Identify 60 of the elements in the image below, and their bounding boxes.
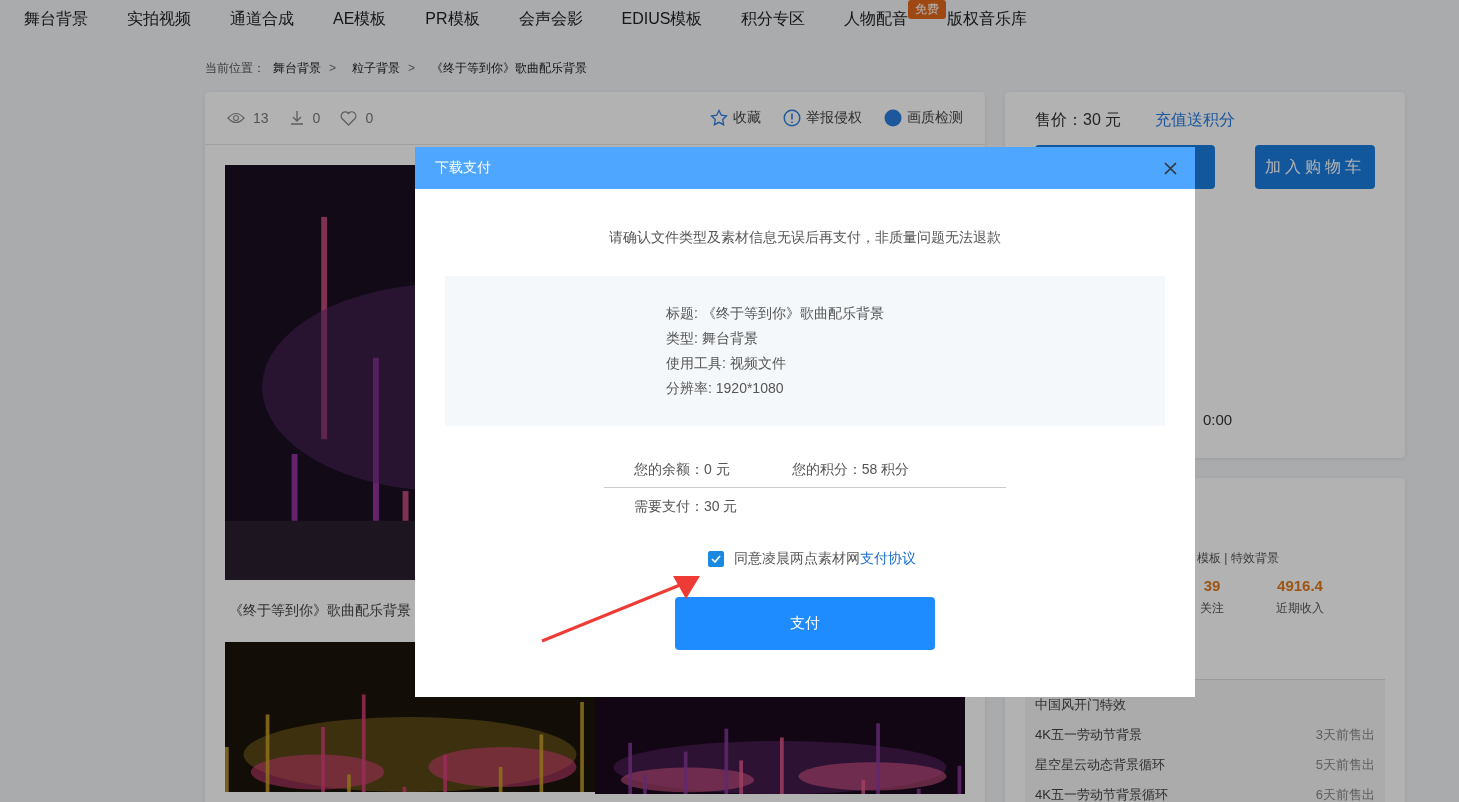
dialog-title: 下载支付: [435, 159, 491, 177]
breadcrumb-link[interactable]: 粒子背景: [352, 59, 400, 77]
stat-count: 0: [312, 110, 321, 126]
heart-icon: [340, 110, 358, 126]
nav-link[interactable]: 舞台背景: [24, 9, 88, 27]
nav-link[interactable]: 会声会影: [518, 9, 583, 27]
eye-icon: [227, 112, 245, 124]
nav-link[interactable]: EDIUS模板: [621, 9, 703, 27]
quality-icon: [884, 109, 902, 127]
action-link[interactable]: 画质检测: [884, 109, 963, 127]
notice-text: 请确认文件类型及素材信息无误后再支付，非质量问题无法退款: [609, 229, 1001, 247]
breadcrumb-separator: >: [408, 61, 416, 75]
action-link[interactable]: 举报侵权: [783, 109, 862, 127]
info-line: 使用工具: 视频文件: [666, 354, 787, 373]
info-line: 标题: 《终于等到你》歌曲配乐背景: [666, 304, 885, 323]
amount-due-text: 需要支付：30 元: [633, 497, 739, 516]
author-tags: 模板 | 特效背景: [1197, 550, 1385, 567]
nav-link[interactable]: PR模板: [425, 9, 480, 27]
nav-link[interactable]: 实拍视频: [127, 9, 191, 27]
sale-title[interactable]: 4K五一劳动节背景循环: [1035, 786, 1168, 802]
free-badge: 免费: [908, 0, 947, 19]
stat-value: 4916.4: [1277, 577, 1323, 594]
download-icon: [288, 110, 305, 126]
points-text: 您的积分：58 积分: [791, 461, 910, 479]
info-line: 分辨率: 1920*1080: [666, 379, 785, 398]
nav-link[interactable]: AE模板: [333, 9, 387, 27]
price-text: 售价：30 元: [1035, 110, 1122, 130]
nav-link[interactable]: 积分专区: [741, 9, 806, 27]
nav-link[interactable]: 版权音乐库: [947, 9, 1028, 27]
breadcrumb-link[interactable]: 《终于等到你》歌曲配乐背景: [431, 59, 588, 77]
sale-title[interactable]: 中国风开门特效: [1035, 696, 1126, 714]
balance-text: 您的余额：0 元: [634, 461, 730, 479]
breadcrumb-link[interactable]: 舞台背景: [273, 59, 321, 77]
time-text: 0:00: [1203, 411, 1233, 428]
stat-count: 13: [253, 110, 269, 126]
agreement-checkbox[interactable]: [708, 551, 724, 567]
sale-title[interactable]: 4K五一劳动节背景: [1035, 726, 1142, 744]
sale-time: 6天前售出: [1315, 786, 1375, 802]
sale-time: 5天前售出: [1315, 756, 1375, 774]
nav-link[interactable]: 人物配音: [844, 9, 909, 27]
sale-title[interactable]: 星空星云动态背景循环: [1035, 756, 1165, 774]
agreement-link[interactable]: 支付协议: [860, 550, 916, 568]
stat-count: 0: [365, 110, 374, 126]
sale-time: 3天前售出: [1315, 726, 1375, 744]
recharge-link[interactable]: 充值送积分: [1155, 110, 1236, 131]
video-title: 《终于等到你》歌曲配乐背景: [229, 602, 411, 620]
action-link[interactable]: 收藏: [710, 109, 761, 127]
breadcrumb-separator: >: [329, 61, 336, 75]
close-icon[interactable]: [1164, 161, 1177, 175]
alert-icon: [783, 109, 801, 127]
agreement-text: 同意凌晨两点素材网: [734, 550, 860, 568]
stat-label: 关注: [1200, 600, 1224, 617]
add-to-cart-button[interactable]: 加入购物车: [1255, 145, 1375, 189]
star-icon: [710, 109, 728, 127]
info-line: 类型: 舞台背景: [666, 329, 759, 348]
check-icon: [711, 555, 721, 563]
stat-value: 39: [1203, 577, 1221, 594]
nav-link[interactable]: 通道合成: [230, 9, 294, 27]
stat-label: 近期收入: [1276, 600, 1324, 617]
breadcrumb-label: 当前位置：: [205, 59, 265, 77]
